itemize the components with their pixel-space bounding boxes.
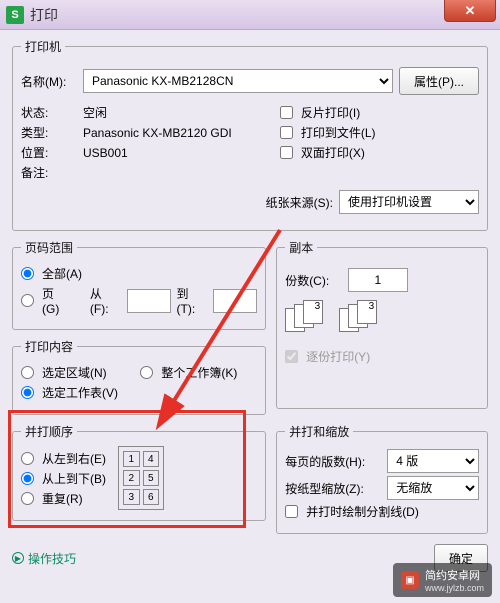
whole-wb-radio[interactable] <box>140 366 153 379</box>
content-legend: 打印内容 <box>21 338 77 355</box>
collate-icon-1: 123 <box>285 300 325 336</box>
sel-area-label: 选定区域(N) <box>42 364 107 381</box>
tips-label: 操作技巧 <box>28 550 76 567</box>
by-paper-select[interactable]: 无缩放 <box>387 476 479 500</box>
range-all-radio[interactable] <box>21 267 34 280</box>
copies-count-input[interactable] <box>348 268 408 292</box>
range-pages-label: 页(G) <box>42 285 71 316</box>
status-label: 状态: <box>21 104 77 121</box>
order-cell: 4 <box>143 451 160 467</box>
printer-legend: 打印机 <box>21 38 65 55</box>
per-page-select[interactable]: 4 版 <box>387 449 479 473</box>
scale-legend: 并打和缩放 <box>285 423 353 440</box>
type-label: 类型: <box>21 124 77 141</box>
printer-group: 打印机 名称(M): Panasonic KX-MB2128CN 属性(P)..… <box>12 38 488 231</box>
whole-wb-label: 整个工作簿(K) <box>161 364 237 381</box>
per-page-label: 每页的版数(H): <box>285 453 381 470</box>
where-value: USB001 <box>83 146 128 160</box>
range-group: 页码范围 全部(A) 页(G) 从(F): 到(T): <box>12 239 266 330</box>
sel-area-radio[interactable] <box>21 366 34 379</box>
tofile-checkbox[interactable] <box>280 126 293 139</box>
properties-button[interactable]: 属性(P)... <box>399 67 479 95</box>
watermark-site: www.jylzb.com <box>425 583 484 593</box>
where-label: 位置: <box>21 144 77 161</box>
to-input[interactable] <box>213 289 257 313</box>
order-cell: 2 <box>123 470 140 486</box>
window-title: 打印 <box>30 5 58 25</box>
order-cell: 5 <box>143 470 160 486</box>
app-icon: S <box>6 6 24 24</box>
type-value: Panasonic KX-MB2120 GDI <box>83 126 232 140</box>
watermark-logo-icon: ▣ <box>401 571 419 589</box>
range-all-label: 全部(A) <box>42 265 82 282</box>
copies-count-label: 份数(C): <box>285 272 329 289</box>
tips-link[interactable]: ▶ 操作技巧 <box>12 550 76 567</box>
titlebar: S 打印 ✕ <box>0 0 500 30</box>
content-group: 打印内容 选定区域(N) 整个工作簿(K) 选定工作表(V) <box>12 338 266 415</box>
duplex-label: 双面打印(X) <box>301 144 365 161</box>
order-group: 并打顺序 从左到右(E) 从上到下(B) 重复(R) 1 4 2 5 3 6 <box>12 423 266 521</box>
close-button[interactable]: ✕ <box>444 0 496 22</box>
collate-checkbox <box>285 350 298 363</box>
order-tb-radio[interactable] <box>21 472 34 485</box>
order-cell: 3 <box>123 489 140 505</box>
duplex-checkbox[interactable] <box>280 146 293 159</box>
from-input[interactable] <box>127 289 171 313</box>
by-paper-label: 按纸型缩放(Z): <box>285 480 381 497</box>
status-value: 空闲 <box>83 104 107 121</box>
order-repeat-label: 重复(R) <box>42 490 83 507</box>
copies-group: 副本 份数(C): 123 123 逐份打印(Y) <box>276 239 488 409</box>
order-lr-label: 从左到右(E) <box>42 450 106 467</box>
order-cell: 6 <box>143 489 160 505</box>
reverse-label: 反片打印(I) <box>301 104 360 121</box>
paper-source-label: 纸张来源(S): <box>266 194 333 211</box>
copies-legend: 副本 <box>285 239 317 256</box>
comment-label: 备注: <box>21 164 77 181</box>
to-label: 到(T): <box>177 285 208 316</box>
range-legend: 页码范围 <box>21 239 77 256</box>
order-tb-label: 从上到下(B) <box>42 470 106 487</box>
order-repeat-radio[interactable] <box>21 492 34 505</box>
collate-icon-2: 123 <box>339 300 379 336</box>
draw-lines-label: 并打时绘制分割线(D) <box>306 503 419 520</box>
watermark: ▣ 简约安卓网 www.jylzb.com <box>393 563 492 597</box>
play-icon: ▶ <box>12 552 24 564</box>
order-preview: 1 4 2 5 3 6 <box>118 446 164 510</box>
reverse-checkbox[interactable] <box>280 106 293 119</box>
watermark-brand: 简约安卓网 <box>425 567 484 583</box>
paper-source-select[interactable]: 使用打印机设置 <box>339 190 479 214</box>
order-lr-radio[interactable] <box>21 452 34 465</box>
from-label: 从(F): <box>90 285 121 316</box>
order-cell: 1 <box>123 451 140 467</box>
collate-label: 逐份打印(Y) <box>306 348 370 365</box>
order-legend: 并打顺序 <box>21 423 77 440</box>
range-pages-radio[interactable] <box>21 294 34 307</box>
name-label: 名称(M): <box>21 73 77 90</box>
draw-lines-checkbox[interactable] <box>285 505 298 518</box>
sel-sheet-label: 选定工作表(V) <box>42 384 118 401</box>
sel-sheet-radio[interactable] <box>21 386 34 399</box>
scale-group: 并打和缩放 每页的版数(H): 4 版 按纸型缩放(Z): 无缩放 并打时绘制分割线… <box>276 423 488 534</box>
printer-name-select[interactable]: Panasonic KX-MB2128CN <box>83 69 393 93</box>
tofile-label: 打印到文件(L) <box>301 124 376 141</box>
